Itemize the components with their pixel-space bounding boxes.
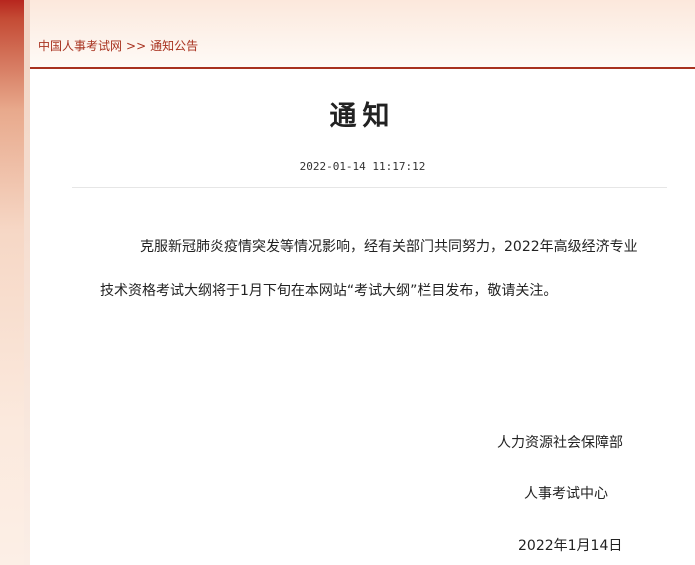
signature-date: 2022年1月14日 — [518, 538, 623, 554]
breadcrumb-separator: >> — [126, 39, 147, 53]
article-content: 通知 2022-01-14 11:17:12 克服新冠肺炎疫情突发等情况影响，经… — [30, 69, 695, 565]
article-paragraph-line-2: 技术资格考试大纲将于1月下旬在本网站“考试大纲”栏目发布，敬请关注。 — [100, 283, 558, 299]
article-timestamp: 2022-01-14 11:17:12 — [299, 160, 426, 173]
article-title: 通知 — [329, 101, 396, 132]
breadcrumb-current-link[interactable]: 通知公告 — [150, 39, 198, 53]
article-paragraph-line-1: 克服新冠肺炎疫情突发等情况影响，经有关部门共同努力，2022年高级经济专业 — [140, 239, 638, 255]
breadcrumb-home-link[interactable]: 中国人事考试网 — [38, 39, 122, 53]
left-decorative-strip — [0, 0, 24, 565]
signature-center: 人事考试中心 — [524, 486, 608, 502]
page-header — [30, 0, 695, 67]
signature-department: 人力资源社会保障部 — [497, 435, 623, 451]
breadcrumb: 中国人事考试网 >> 通知公告 — [38, 38, 198, 54]
title-divider — [72, 187, 667, 188]
